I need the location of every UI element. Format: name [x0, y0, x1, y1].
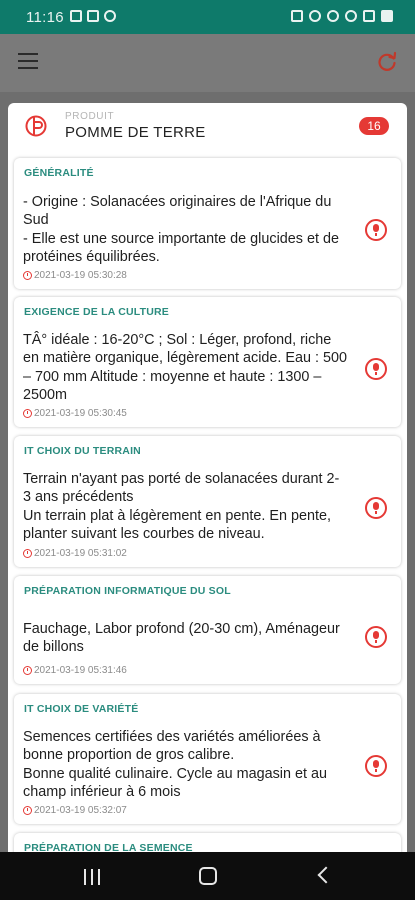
clock-icon — [23, 806, 32, 815]
mail-notification-icon — [87, 10, 99, 22]
section-title: EXIGENCE DE LA CULTURE — [24, 306, 169, 318]
section-card: PRÉPARATION INFORMATIQUE DU SOL Fauchage… — [14, 576, 401, 684]
section-body: TÂ° idéale : 16-20°C ; Sol : Léger, prof… — [23, 332, 348, 404]
image-notification-icon — [70, 10, 82, 22]
alarm-icon — [327, 10, 339, 22]
clock-icon — [23, 271, 32, 280]
product-detail-dialog: PRODUIT POMME DE TERRE 16 GÉNÉRALITÉ - O… — [8, 103, 407, 852]
section-timestamp: 2021-03-19 05:31:46 — [23, 665, 127, 676]
section-body: - Origine : Solanacées originaires de l'… — [23, 194, 339, 266]
timestamp-text: 2021-03-19 05:30:45 — [34, 408, 127, 419]
section-title: GÉNÉRALITÉ — [24, 167, 94, 179]
section-timestamp: 2021-03-19 05:32:07 — [23, 805, 127, 816]
section-timestamp: 2021-03-19 05:30:45 — [23, 408, 127, 419]
wifi-icon — [345, 10, 357, 22]
section-card: IT CHOIX DU TERRAIN Terrain n'ayant pas … — [14, 436, 401, 567]
battery-icon — [381, 10, 393, 22]
section-timestamp: 2021-03-19 05:30:28 — [23, 270, 127, 281]
microphone-icon[interactable] — [365, 626, 387, 648]
section-card: GÉNÉRALITÉ - Origine : Solanacées origin… — [14, 158, 401, 289]
section-card: IT CHOIX DE VARIÉTÉ Semences certifiées … — [14, 694, 401, 824]
product-name: POMME DE TERRE — [65, 124, 206, 141]
notification-icons — [70, 10, 116, 22]
section-title: IT CHOIX DE VARIÉTÉ — [24, 703, 139, 715]
timestamp-text: 2021-03-19 05:31:46 — [34, 665, 127, 676]
clock-icon — [23, 666, 32, 675]
dialog-header: PRODUIT POMME DE TERRE 16 — [8, 103, 407, 153]
section-timestamp: 2021-03-19 05:31:02 — [23, 548, 127, 559]
clock-icon — [23, 409, 32, 418]
product-caption: PRODUIT — [65, 111, 115, 122]
app-bar — [0, 34, 415, 92]
recent-apps-icon[interactable] — [84, 869, 100, 885]
clock-icon — [23, 549, 32, 558]
count-badge: 16 — [359, 117, 389, 135]
status-time: 11:16 — [26, 9, 64, 26]
signal-icon — [363, 10, 375, 22]
microphone-icon[interactable] — [365, 497, 387, 519]
system-navigation-bar — [0, 852, 415, 900]
product-icon — [25, 115, 47, 137]
section-title: PRÉPARATION DE LA SEMENCE — [24, 842, 193, 852]
nfc-icon — [291, 10, 303, 22]
section-body: Fauchage, Labor profond (20-30 cm), Amén… — [23, 621, 340, 656]
microphone-icon[interactable] — [365, 219, 387, 241]
timestamp-text: 2021-03-19 05:30:28 — [34, 270, 127, 281]
section-body: Terrain n'ayant pas porté de solanacées … — [23, 471, 340, 543]
app-notification-icon — [104, 10, 116, 22]
bluetooth-icon — [309, 10, 321, 22]
hamburger-menu-icon[interactable] — [18, 53, 38, 69]
refresh-icon[interactable] — [375, 50, 399, 74]
timestamp-text: 2021-03-19 05:31:02 — [34, 548, 127, 559]
section-card: EXIGENCE DE LA CULTURE TÂ° idéale : 16-2… — [14, 297, 401, 427]
back-icon[interactable] — [317, 866, 335, 884]
microphone-icon[interactable] — [365, 358, 387, 380]
section-body: Semences certifiées des variétés amélior… — [23, 729, 327, 801]
microphone-icon[interactable] — [365, 755, 387, 777]
section-card: PRÉPARATION DE LA SEMENCE — [14, 833, 401, 852]
system-icons — [291, 10, 393, 22]
section-title: PRÉPARATION INFORMATIQUE DU SOL — [24, 585, 231, 597]
timestamp-text: 2021-03-19 05:32:07 — [34, 805, 127, 816]
section-title: IT CHOIX DU TERRAIN — [24, 445, 141, 457]
home-icon[interactable] — [199, 867, 217, 885]
status-bar: 11:16 — [0, 0, 415, 34]
